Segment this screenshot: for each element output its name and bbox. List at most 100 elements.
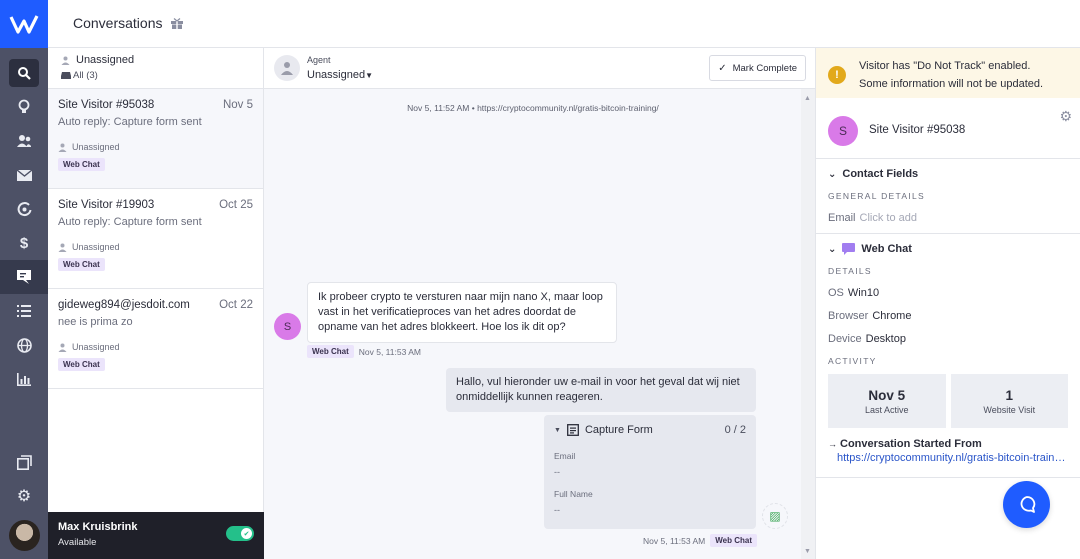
conversation-assignee: Unassigned xyxy=(72,242,120,252)
nav-sales[interactable]: $ xyxy=(0,226,48,260)
form-field-value: -- xyxy=(554,505,560,515)
email-placeholder[interactable]: Click to add xyxy=(860,212,917,224)
browser-label: Browser xyxy=(828,310,869,322)
divider xyxy=(816,477,1080,478)
capture-form-progress: 0 / 2 xyxy=(724,424,746,436)
caret-down-icon: ▼ xyxy=(365,71,374,80)
form-icon xyxy=(566,424,579,436)
dnt-line-1: Visitor has "Do Not Track" enabled. xyxy=(859,60,1031,72)
do-not-track-notice: ! Visitor has "Do Not Track" enabled. So… xyxy=(816,48,1080,98)
origin-title: Conversation Started From xyxy=(840,438,982,450)
contact-fields-toggle[interactable]: ⌄ Contact Fields xyxy=(828,168,1068,180)
contact-panel: ! Visitor has "Do Not Track" enabled. So… xyxy=(816,48,1080,559)
os-label: OS xyxy=(828,287,844,299)
user-status-bar: Max Kruisbrink Available ✔ xyxy=(48,512,264,559)
mark-complete-label: Mark Complete xyxy=(732,62,797,74)
form-field-value: -- xyxy=(554,467,560,477)
message-time: Nov 5, 11:53 AM xyxy=(643,535,706,546)
chevron-down-icon: ⌄ xyxy=(828,168,837,180)
app-logo[interactable] xyxy=(0,0,48,48)
inbox-icon xyxy=(61,72,71,79)
browser-row: Browser Chrome xyxy=(828,310,1068,322)
form-field-label: Email xyxy=(554,451,576,461)
nav-website[interactable] xyxy=(0,328,48,362)
warning-icon: ! xyxy=(828,66,846,84)
agent-value: Unassigned xyxy=(307,69,366,81)
list-filter[interactable]: Unassigned All (3) xyxy=(48,48,263,89)
user-avatar[interactable] xyxy=(9,520,40,551)
nav-settings[interactable]: ⚙ xyxy=(0,479,48,513)
conversation-assignee: Unassigned xyxy=(72,342,120,352)
contacts-icon xyxy=(17,135,31,147)
channel-badge: Web Chat xyxy=(307,345,354,358)
contact-fields-section: ⌄ Contact Fields GENERAL DETAILS Email Cl… xyxy=(816,159,1080,234)
nav-conversations[interactable] xyxy=(0,260,48,294)
target-icon xyxy=(17,201,31,216)
conversation-preview: nee is prima zo xyxy=(58,316,133,328)
contact-name[interactable]: Site Visitor #95038 xyxy=(869,124,965,136)
bar-chart-icon xyxy=(17,372,31,386)
nav-ideas[interactable] xyxy=(0,90,48,124)
conversation-list: Unassigned All (3) Site Visitor #95038 No… xyxy=(48,48,264,559)
last-active-label: Last Active xyxy=(864,405,909,415)
nav-contacts[interactable] xyxy=(0,124,48,158)
scroll-down-icon[interactable]: ▼ xyxy=(804,548,811,555)
person-icon xyxy=(58,143,67,152)
message-time: Nov 5, 11:53 AM xyxy=(358,346,421,357)
help-chat-button[interactable] xyxy=(1003,481,1050,528)
capture-form-header[interactable]: ▼ Capture Form 0 / 2 xyxy=(554,424,746,436)
conversation-item[interactable]: Site Visitor #95038 Nov 5 Auto reply: Cap… xyxy=(48,89,263,189)
lightbulb-icon xyxy=(18,99,30,113)
channel-badge: Web Chat xyxy=(58,258,105,271)
capture-form-card: ▼ Capture Form 0 / 2 Email -- Full Name … xyxy=(544,415,756,529)
website-visit-value: 1 xyxy=(1005,388,1013,403)
web-chat-title: Web Chat xyxy=(861,243,912,255)
nav-automation[interactable] xyxy=(0,192,48,226)
chat-header: Agent Unassigned▼ ✓ Mark Complete xyxy=(264,48,815,89)
web-chat-section: ⌄ Web Chat DETAILS OS Win10 Browser Chrome… xyxy=(816,234,1080,473)
os-row: OS Win10 xyxy=(828,287,1068,299)
email-label: Email xyxy=(828,212,856,224)
nav-lists[interactable] xyxy=(0,294,48,328)
conversation-item[interactable]: Site Visitor #19903 Oct 25 Auto reply: Ca… xyxy=(48,189,263,289)
incoming-meta: Web Chat Nov 5, 11:53 AM xyxy=(307,345,421,358)
conversation-name: Site Visitor #19903 xyxy=(58,199,155,211)
chat-scrollbar[interactable]: ▲ ▼ xyxy=(801,89,815,559)
contact-avatar: S xyxy=(828,116,858,146)
general-details-caption: GENERAL DETAILS xyxy=(828,191,925,201)
outgoing-message: Hallo, vul hieronder uw e-mail in voor h… xyxy=(446,368,756,412)
details-caption: DETAILS xyxy=(828,266,872,276)
last-active-stat: Nov 5 Last Active xyxy=(828,374,946,428)
availability-toggle[interactable]: ✔ xyxy=(226,526,254,541)
nav-search[interactable] xyxy=(0,56,48,90)
contact-header: S Site Visitor #95038 ⚙ xyxy=(816,98,1080,159)
nav-reports[interactable] xyxy=(0,362,48,396)
origin-link[interactable]: https://cryptocommunity.nl/gratis-bitcoi… xyxy=(837,452,1067,464)
user-status: Available xyxy=(58,537,97,548)
email-field[interactable]: Email Click to add xyxy=(828,212,1068,224)
nav-apps[interactable] xyxy=(0,445,48,479)
filter-inbox[interactable]: All (3) xyxy=(73,70,98,81)
visitor-avatar: S xyxy=(274,313,301,340)
copy-icon xyxy=(16,454,32,470)
conversation-start-meta: Nov 5, 11:52 AM • https://cryptocommunit… xyxy=(407,103,659,113)
nav-email[interactable] xyxy=(0,158,48,192)
agent-select[interactable]: Unassigned▼ xyxy=(307,69,373,81)
check-icon: ✔ xyxy=(241,528,252,539)
gear-icon[interactable]: ⚙ xyxy=(1059,108,1072,125)
chat-icon xyxy=(17,270,31,284)
mark-complete-button[interactable]: ✓ Mark Complete xyxy=(709,55,806,81)
user-name: Max Kruisbrink xyxy=(58,521,138,533)
person-icon xyxy=(58,243,67,252)
person-icon xyxy=(281,62,293,75)
os-value: Win10 xyxy=(847,287,880,299)
filter-assignee[interactable]: Unassigned xyxy=(76,54,134,66)
dnt-line-2: Some information will not be updated. xyxy=(859,78,1044,90)
conversation-name: Site Visitor #95038 xyxy=(58,99,155,111)
envelope-icon xyxy=(16,169,32,181)
scroll-up-icon[interactable]: ▲ xyxy=(804,95,811,102)
gift-icon[interactable] xyxy=(170,17,183,29)
conversation-item[interactable]: gideweg894@jesdoit.com Oct 22 nee is prim… xyxy=(48,289,263,389)
page-header: Conversations xyxy=(48,0,1080,48)
web-chat-toggle[interactable]: ⌄ Web Chat xyxy=(828,243,1068,255)
